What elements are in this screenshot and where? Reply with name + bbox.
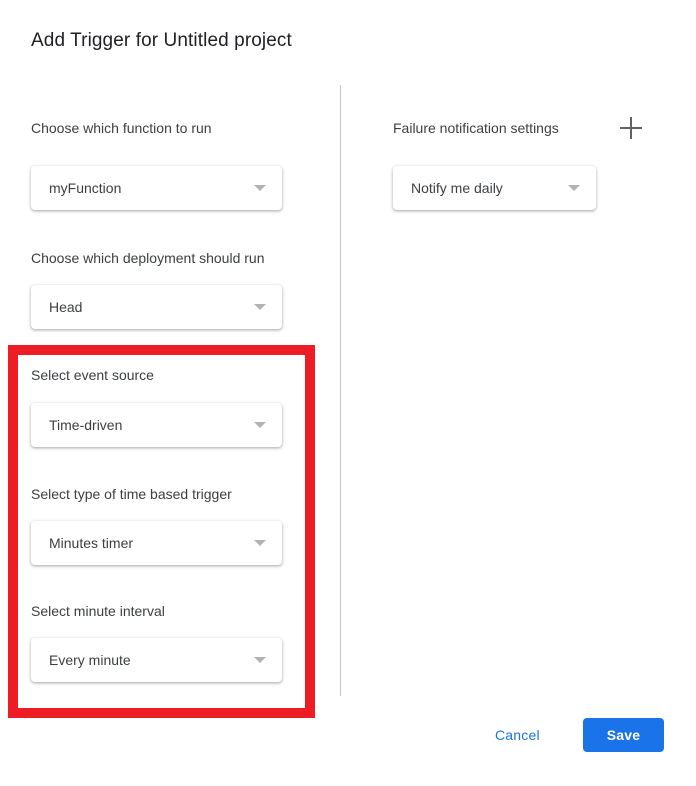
dialog-title: Add Trigger for Untitled project xyxy=(31,30,292,51)
chevron-down-icon xyxy=(568,185,580,191)
label-select-event-source: Select event source xyxy=(31,367,154,383)
select-failure-notification[interactable]: Notify me daily xyxy=(393,166,596,210)
select-trigger-type[interactable]: Minutes timer xyxy=(31,521,282,565)
select-function-value: myFunction xyxy=(49,180,122,196)
save-button[interactable]: Save xyxy=(583,718,664,752)
label-select-minute-interval: Select minute interval xyxy=(31,603,165,619)
column-divider xyxy=(340,85,341,696)
label-select-trigger-type: Select type of time based trigger xyxy=(31,486,232,502)
label-choose-deployment: Choose which deployment should run xyxy=(31,250,265,266)
select-minute-interval[interactable]: Every minute xyxy=(31,638,282,682)
cancel-button[interactable]: Cancel xyxy=(483,718,552,752)
chevron-down-icon xyxy=(254,304,266,310)
select-function[interactable]: myFunction xyxy=(31,166,282,210)
select-event-source-value: Time-driven xyxy=(49,417,123,433)
select-failure-notification-value: Notify me daily xyxy=(411,180,503,196)
chevron-down-icon xyxy=(254,657,266,663)
select-deployment-value: Head xyxy=(49,299,83,315)
chevron-down-icon xyxy=(254,422,266,428)
select-trigger-type-value: Minutes timer xyxy=(49,535,134,551)
add-trigger-dialog: Add Trigger for Untitled project Choose … xyxy=(0,0,696,786)
select-event-source[interactable]: Time-driven xyxy=(31,403,282,447)
chevron-down-icon xyxy=(254,185,266,191)
select-deployment[interactable]: Head xyxy=(31,285,282,329)
select-minute-interval-value: Every minute xyxy=(49,652,131,668)
label-failure-notification-settings: Failure notification settings xyxy=(393,120,559,136)
chevron-down-icon xyxy=(254,540,266,546)
label-choose-function: Choose which function to run xyxy=(31,120,212,136)
plus-icon[interactable] xyxy=(620,117,642,139)
